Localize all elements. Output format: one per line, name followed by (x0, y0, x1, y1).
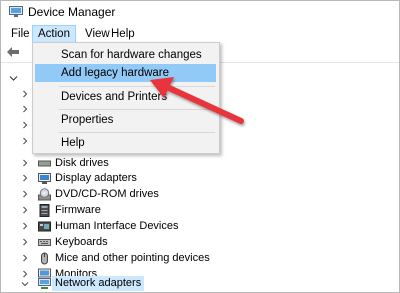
device-manager-icon (9, 6, 23, 17)
chevron-down-icon[interactable] (9, 74, 18, 83)
menu-item-help[interactable]: Help (35, 134, 216, 152)
tree-item-label: Mice and other pointing devices (55, 252, 210, 264)
window-title: Device Manager (28, 5, 116, 19)
mouse-icon (41, 252, 48, 265)
menu-action[interactable]: Action (32, 25, 76, 43)
tree-item-label: Display adapters (55, 172, 137, 184)
tree-item-label-selected: Network adapters (52, 276, 145, 291)
tree-item-label: Disk drives (55, 157, 109, 169)
red-arrow-annotation (150, 77, 244, 124)
tree-item-label: Keyboards (55, 236, 108, 248)
chevron-right-icon[interactable] (21, 254, 29, 262)
dvd-drive-icon (38, 188, 51, 201)
menu-item-label: Help (61, 137, 85, 149)
chevron-right-icon[interactable] (21, 90, 29, 98)
menu-item-label: Scan for hardware changes (61, 49, 202, 61)
menu-item-scan-hardware[interactable]: Scan for hardware changes (35, 46, 216, 64)
tree-item-label: DVD/CD-ROM drives (55, 188, 159, 200)
menu-file[interactable]: File (6, 26, 35, 42)
chevron-right-icon[interactable] (21, 238, 29, 246)
chevron-right-icon[interactable] (21, 174, 29, 182)
firmware-icon (39, 204, 50, 217)
title-bar: Device Manager (1, 1, 399, 23)
disk-drive-icon (38, 160, 51, 167)
menu-separator (59, 132, 215, 133)
chevron-right-icon[interactable] (21, 206, 29, 214)
menu-bar: File Action View Help (1, 24, 399, 44)
chevron-right-icon[interactable] (21, 222, 29, 230)
chevron-right-icon[interactable] (21, 190, 29, 198)
chevron-right-icon[interactable] (21, 121, 29, 129)
tree-item-label: Human Interface Devices (55, 220, 179, 232)
menu-item-label: Properties (61, 114, 114, 126)
chevron-right-icon[interactable] (21, 137, 29, 145)
chevron-down-icon[interactable] (21, 280, 29, 288)
chevron-right-icon[interactable] (21, 270, 29, 278)
display-adapter-icon (38, 173, 51, 184)
network-adapter-icon (38, 278, 51, 289)
hid-icon (38, 221, 51, 232)
menu-help[interactable]: Help (106, 26, 140, 42)
chevron-right-icon[interactable] (21, 105, 29, 113)
back-arrow-icon[interactable] (6, 46, 20, 58)
keyboard-icon (38, 239, 51, 246)
chevron-right-icon[interactable] (21, 159, 29, 167)
device-manager-window: Device Manager File Action View Help Dis… (0, 0, 400, 293)
tree-item-label: Firmware (55, 204, 101, 216)
